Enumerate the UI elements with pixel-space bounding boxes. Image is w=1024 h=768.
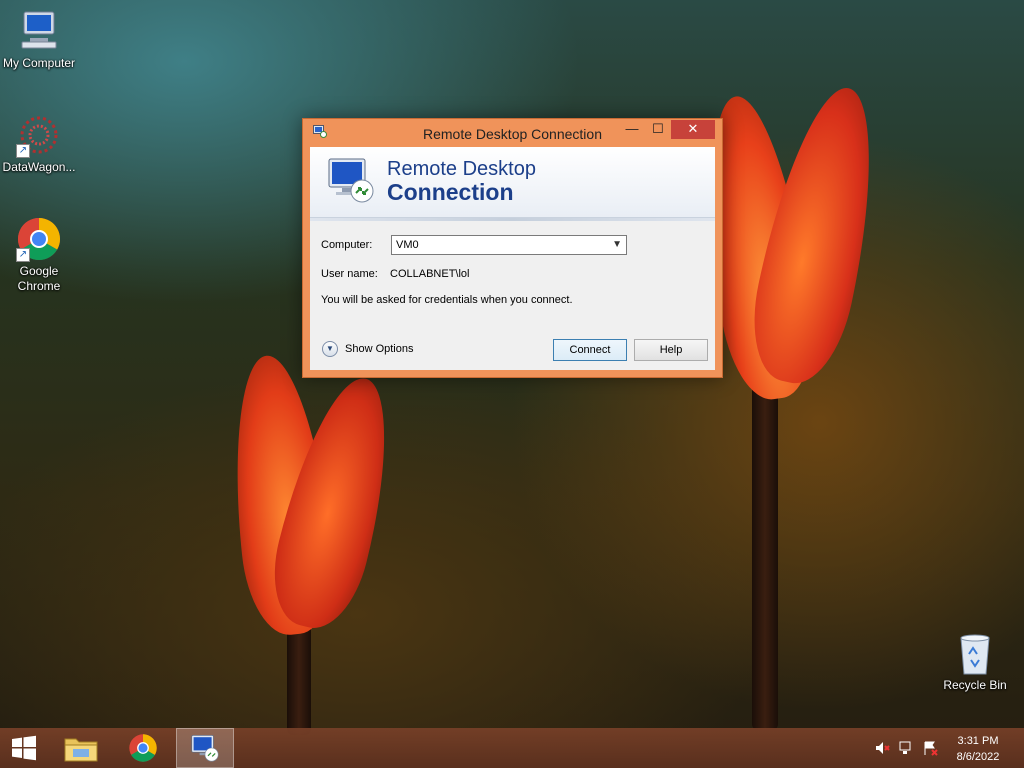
window-titlebar[interactable]: Remote Desktop Connection — ☐ ✕ [303, 119, 722, 147]
shortcut-arrow-icon: ↗ [16, 248, 30, 262]
action-center-flag-icon[interactable] [922, 740, 938, 756]
banner-divider [310, 218, 715, 221]
taskbar: 3:31 PM 8/6/2022 [0, 728, 1024, 768]
my-computer-icon [16, 8, 62, 54]
close-button[interactable]: ✕ [671, 120, 715, 139]
chrome-icon [129, 734, 157, 762]
taskbar-google-chrome[interactable] [114, 728, 172, 768]
connect-button[interactable]: Connect [553, 339, 627, 361]
remote-desktop-logo-icon [326, 155, 376, 205]
desktop-icon-label: DataWagon... [2, 160, 76, 174]
banner-title-line2: Connection [387, 179, 514, 205]
banner-title-line1: Remote Desktop [387, 158, 536, 180]
desktop-icon-my-computer[interactable]: My Computer [0, 8, 78, 71]
windows-logo-icon [12, 735, 36, 761]
computer-combobox[interactable]: VM0 ▼ [391, 235, 627, 255]
volume-muted-icon[interactable] [874, 740, 890, 756]
computer-label: Computer: [321, 239, 373, 251]
rdc-banner: Remote Desktop Connection [310, 147, 715, 218]
clock-date: 8/6/2022 [956, 751, 1000, 763]
taskbar-file-explorer[interactable] [52, 728, 110, 768]
desktop-icon-label: Recycle Bin [943, 678, 1007, 692]
show-options-toggle[interactable]: ▼ Show Options [322, 340, 413, 358]
maximize-button[interactable]: ☐ [645, 120, 671, 139]
remote-desktop-icon [191, 735, 219, 762]
help-button[interactable]: Help [634, 339, 708, 361]
clock-time: 3:31 PM [957, 735, 999, 747]
window-client-area: Remote Desktop Connection Computer: VM0 … [310, 147, 715, 370]
remote-desktop-window: Remote Desktop Connection — ☐ ✕ Remote D… [302, 118, 723, 378]
minimize-button[interactable]: — [619, 120, 645, 139]
datawagon-icon: ↗ [16, 112, 62, 158]
start-button[interactable] [0, 728, 48, 768]
folder-icon [64, 738, 98, 762]
desktop-icon-datawagon[interactable]: ↗ DataWagon... [0, 112, 78, 175]
network-icon[interactable] [898, 740, 914, 756]
username-label: User name: [321, 268, 378, 280]
desktop-icon-recycle-bin[interactable]: Recycle Bin [936, 630, 1014, 693]
expand-options-icon[interactable]: ▼ [322, 341, 338, 357]
show-options-label[interactable]: Show Options [345, 343, 413, 355]
recycle-bin-icon [952, 630, 998, 676]
chrome-icon: ↗ [16, 216, 62, 262]
desktop-icon-google-chrome[interactable]: ↗ Google Chrome [0, 216, 78, 294]
desktop-icon-label: My Computer [2, 56, 76, 70]
taskbar-remote-desktop[interactable] [176, 728, 234, 768]
chevron-down-icon[interactable]: ▼ [612, 236, 622, 254]
username-value: COLLABNET\lol [390, 268, 470, 280]
wallpaper [0, 0, 1024, 768]
computer-value: VM0 [396, 239, 419, 251]
desktop-icon-label: Google Chrome [17, 264, 61, 293]
taskbar-clock[interactable]: 3:31 PM 8/6/2022 [946, 733, 1010, 765]
shortcut-arrow-icon: ↗ [16, 144, 30, 158]
credentials-info-text: You will be asked for credentials when y… [321, 294, 573, 306]
